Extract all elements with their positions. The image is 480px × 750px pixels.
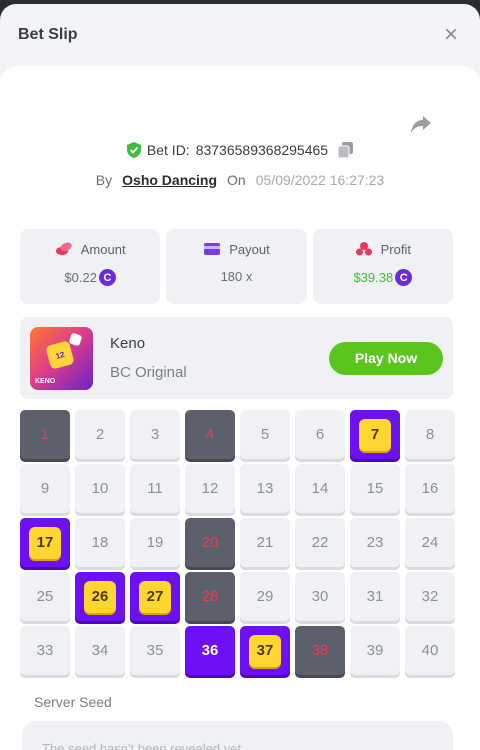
- keno-cell-18[interactable]: 18: [75, 518, 125, 567]
- game-card: 12 KENO Keno BC Original Play Now: [20, 317, 453, 399]
- on-label: On: [227, 172, 246, 188]
- profit-icon: [355, 242, 372, 256]
- keno-cell-19[interactable]: 19: [130, 518, 180, 567]
- bet-slip-modal: Bet Slip × Bet ID: 83736589368295465 By …: [0, 4, 480, 750]
- keno-cell-32[interactable]: 32: [405, 572, 455, 621]
- keno-hit-marker: 27: [139, 580, 171, 613]
- keno-cell-23[interactable]: 23: [350, 518, 400, 567]
- keno-cell-4[interactable]: 4: [185, 410, 235, 459]
- payout-value: 180 x: [220, 269, 253, 284]
- server-seed-label: Server Seed: [34, 694, 112, 710]
- bet-id-row: Bet ID: 83736589368295465: [0, 142, 480, 158]
- keno-cell-33[interactable]: 33: [20, 626, 70, 675]
- keno-cell-5[interactable]: 5: [240, 410, 290, 459]
- keno-hit-marker: 17: [29, 526, 61, 559]
- keno-cell-16[interactable]: 16: [405, 464, 455, 513]
- keno-cell-20[interactable]: 20: [185, 518, 235, 567]
- thumb-brand: KENO: [35, 377, 56, 385]
- keno-cell-6[interactable]: 6: [295, 410, 345, 459]
- keno-cell-27[interactable]: 27: [130, 572, 180, 621]
- profit-value: $39.38: [353, 270, 394, 285]
- keno-cell-17[interactable]: 17: [20, 518, 70, 567]
- keno-cell-13[interactable]: 13: [240, 464, 290, 513]
- amount-value: $0.22: [64, 270, 97, 285]
- currency-coin-icon: C: [98, 269, 116, 286]
- keno-cell-24[interactable]: 24: [405, 518, 455, 567]
- bet-slip-content: Bet ID: 83736589368295465 By Osho Dancin…: [0, 66, 480, 750]
- keno-cell-39[interactable]: 39: [350, 626, 400, 675]
- coins-icon: [55, 242, 72, 255]
- keno-cell-10[interactable]: 10: [75, 464, 125, 513]
- bet-meta-row: By Osho Dancing On 05/09/2022 16:27:23: [0, 172, 480, 188]
- keno-game-thumbnail[interactable]: 12 KENO: [30, 326, 93, 390]
- keno-cell-2[interactable]: 2: [75, 410, 125, 459]
- keno-cell-26[interactable]: 26: [75, 572, 125, 621]
- keno-cell-37[interactable]: 37: [240, 626, 290, 675]
- dice-small-icon: [68, 331, 83, 347]
- amount-card: Amount $0.22 C: [20, 229, 161, 304]
- keno-cell-30[interactable]: 30: [295, 572, 345, 621]
- game-info: Keno BC Original: [110, 335, 329, 381]
- modal-title: Bet Slip: [18, 26, 78, 43]
- copy-icon[interactable]: [338, 142, 354, 158]
- dice-icon: 12: [45, 339, 75, 370]
- payout-card: Payout 180 x: [166, 229, 307, 304]
- keno-cell-3[interactable]: 3: [130, 410, 180, 459]
- keno-cell-38[interactable]: 38: [295, 626, 345, 675]
- keno-cell-21[interactable]: 21: [240, 518, 290, 567]
- user-link[interactable]: Osho Dancing: [122, 172, 217, 188]
- close-icon[interactable]: ×: [444, 23, 458, 47]
- wallet-icon: [204, 243, 221, 255]
- keno-cell-36[interactable]: 36: [185, 626, 235, 675]
- keno-cell-14[interactable]: 14: [295, 464, 345, 513]
- keno-cell-29[interactable]: 29: [240, 572, 290, 621]
- profit-label: Profit: [380, 241, 411, 257]
- bet-id-label: Bet ID:: [146, 142, 190, 158]
- keno-cell-31[interactable]: 31: [350, 572, 400, 621]
- server-seed-field[interactable]: The seed hasn't been revealed yet: [22, 721, 453, 750]
- keno-cell-28[interactable]: 28: [185, 572, 235, 621]
- keno-cell-8[interactable]: 8: [405, 410, 455, 459]
- keno-cell-35[interactable]: 35: [130, 626, 180, 675]
- profit-card: Profit $39.38 C: [312, 229, 453, 304]
- bet-stats: Amount $0.22 C Payout 180 x Profit $39.3…: [20, 229, 453, 304]
- keno-cell-15[interactable]: 15: [350, 464, 400, 513]
- keno-cell-9[interactable]: 9: [20, 464, 70, 513]
- game-name: Keno: [110, 335, 146, 352]
- currency-coin-icon: C: [395, 269, 413, 286]
- keno-hit-marker: 7: [359, 418, 391, 451]
- verified-shield-icon: [126, 142, 141, 158]
- keno-cell-7[interactable]: 7: [350, 410, 400, 459]
- keno-cell-34[interactable]: 34: [75, 626, 125, 675]
- keno-grid: 1 2 3 4 5 6 7 8 9 10 11 12 13 14 15 16 17 18 19 20 21 22 23 24 2…: [20, 410, 455, 675]
- share-icon[interactable]: [410, 114, 432, 134]
- keno-cell-11[interactable]: 11: [130, 464, 180, 513]
- keno-cell-12[interactable]: 12: [185, 464, 235, 513]
- bet-id-value: 83736589368295465: [195, 142, 329, 158]
- bet-date: 05/09/2022 16:27:23: [255, 172, 385, 188]
- keno-cell-40[interactable]: 40: [405, 626, 455, 675]
- keno-cell-25[interactable]: 25: [20, 572, 70, 621]
- payout-label: Payout: [229, 241, 270, 257]
- keno-cell-22[interactable]: 22: [295, 518, 345, 567]
- keno-hit-marker: 26: [84, 580, 116, 613]
- game-provider: BC Original: [110, 364, 187, 381]
- modal-header: Bet Slip ×: [0, 4, 480, 66]
- amount-label: Amount: [80, 241, 126, 257]
- keno-hit-marker: 37: [249, 634, 281, 667]
- play-now-button[interactable]: Play Now: [329, 341, 443, 375]
- by-label: By: [95, 172, 113, 188]
- keno-cell-1[interactable]: 1: [20, 410, 70, 459]
